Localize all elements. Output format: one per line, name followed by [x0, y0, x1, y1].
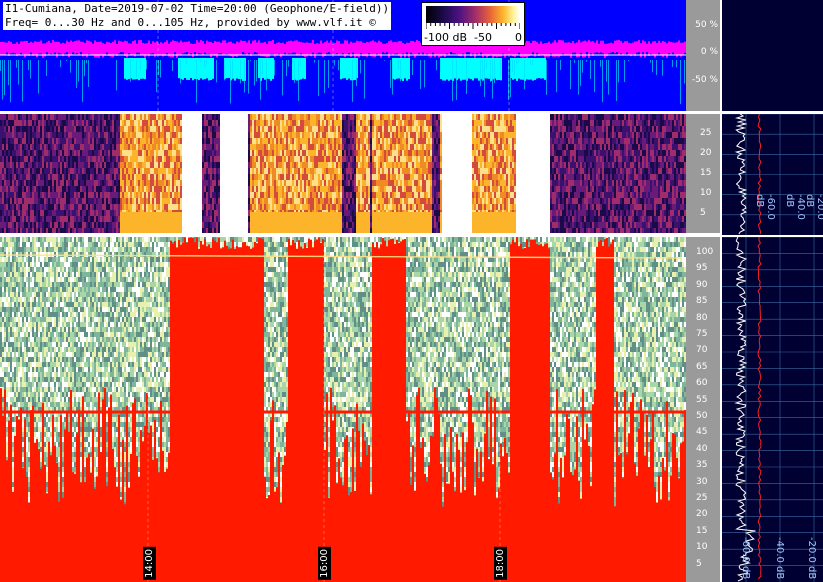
high-freq-tick: 10 — [696, 542, 708, 553]
frequency-info: Freq= 0...30 Hz and 0...105 Hz, provided… — [5, 16, 376, 29]
high-freq-spectrogram-image — [0, 237, 686, 582]
spectrum-db-label: -40.0 dB — [774, 537, 785, 580]
colorbar-label-mid: -50 — [474, 31, 492, 44]
colorbar-legend: -100 dB -50 0 — [421, 2, 525, 46]
high-freq-tick: 95 — [696, 263, 708, 274]
low-freq-spectrum-panel: -60.0 dB -40.0 dB -20.0 dB — [722, 114, 823, 235]
high-freq-tick: 55 — [696, 394, 708, 405]
high-freq-tick: 30 — [696, 476, 708, 487]
low-freq-tick: 10 — [700, 188, 712, 198]
info-box: I1-Cumiana, Date=2019-07-02 Time=20:00 (… — [3, 2, 392, 30]
high-freq-tick: 35 — [696, 460, 708, 471]
spectrum-db-label: -60.0 dB — [740, 537, 751, 580]
low-freq-tick: 15 — [700, 168, 712, 178]
spectrum-db-label: -20.0 dB — [806, 537, 817, 580]
amplitude-axis: 50 % 0 % -50 % — [686, 0, 720, 111]
high-freq-tick: 60 — [696, 378, 708, 389]
high-freq-tick: 50 — [696, 411, 708, 421]
low-freq-tick: 20 — [700, 148, 712, 158]
high-freq-tick: 20 — [696, 509, 708, 520]
high-freq-tick: 100 — [696, 247, 714, 257]
time-label: 16:00 — [318, 547, 331, 580]
high-freq-tick: 5 — [696, 558, 702, 569]
high-freq-tick: 70 — [696, 345, 708, 356]
high-freq-tick: 85 — [696, 296, 708, 307]
high-freq-tick: 65 — [696, 361, 708, 372]
time-label: 18:00 — [494, 547, 507, 580]
low-freq-spectrogram-image — [0, 114, 686, 233]
colorbar-gradient — [426, 6, 520, 23]
high-freq-tick: 75 — [696, 329, 708, 339]
high-freq-tick: 45 — [696, 427, 708, 438]
time-label: 14:00 — [143, 547, 156, 580]
high-freq-tick: 15 — [696, 525, 708, 536]
low-freq-tick: 25 — [700, 128, 712, 138]
spectrum-db-label: -60.0 dB — [754, 194, 776, 220]
spectrum-db-label: -40.0 dB — [784, 194, 806, 220]
low-freq-tick: 5 — [700, 208, 706, 218]
spectrum-db-label: -20.0 dB — [804, 194, 823, 220]
amplitude-tick: 0 % — [700, 47, 718, 57]
low-freq-spectrogram — [0, 114, 686, 233]
high-freq-spectrogram: 14:00 16:00 18:00 — [0, 237, 686, 582]
amplitude-panel: I1-Cumiana, Date=2019-07-02 Time=20:00 (… — [0, 0, 686, 111]
amplitude-tick: -50 % — [691, 75, 718, 85]
station-title: I1-Cumiana, Date=2019-07-02 Time=20:00 (… — [5, 2, 390, 15]
high-freq-tick: 90 — [696, 279, 708, 290]
high-freq-tick: 80 — [696, 312, 708, 323]
high-freq-spectrum-plot — [722, 237, 823, 582]
high-freq-tick: 25 — [696, 493, 708, 503]
top-right-blank — [722, 0, 823, 111]
colorbar-label-max: 0 — [515, 31, 522, 44]
colorbar-ticks — [426, 23, 520, 29]
high-freq-spectrum-panel: -60.0 dB -40.0 dB -20.0 dB — [722, 237, 823, 582]
low-freq-axis: 25 20 15 10 5 — [686, 114, 720, 233]
colorbar-label-min: -100 dB — [424, 31, 467, 44]
high-freq-axis: 100 95 90 85 80 75 70 65 60 55 50 45 40 35 30 25 20 15 10 5 — [686, 237, 720, 582]
amplitude-tick: 50 % — [695, 20, 718, 30]
high-freq-tick: 40 — [696, 443, 708, 454]
